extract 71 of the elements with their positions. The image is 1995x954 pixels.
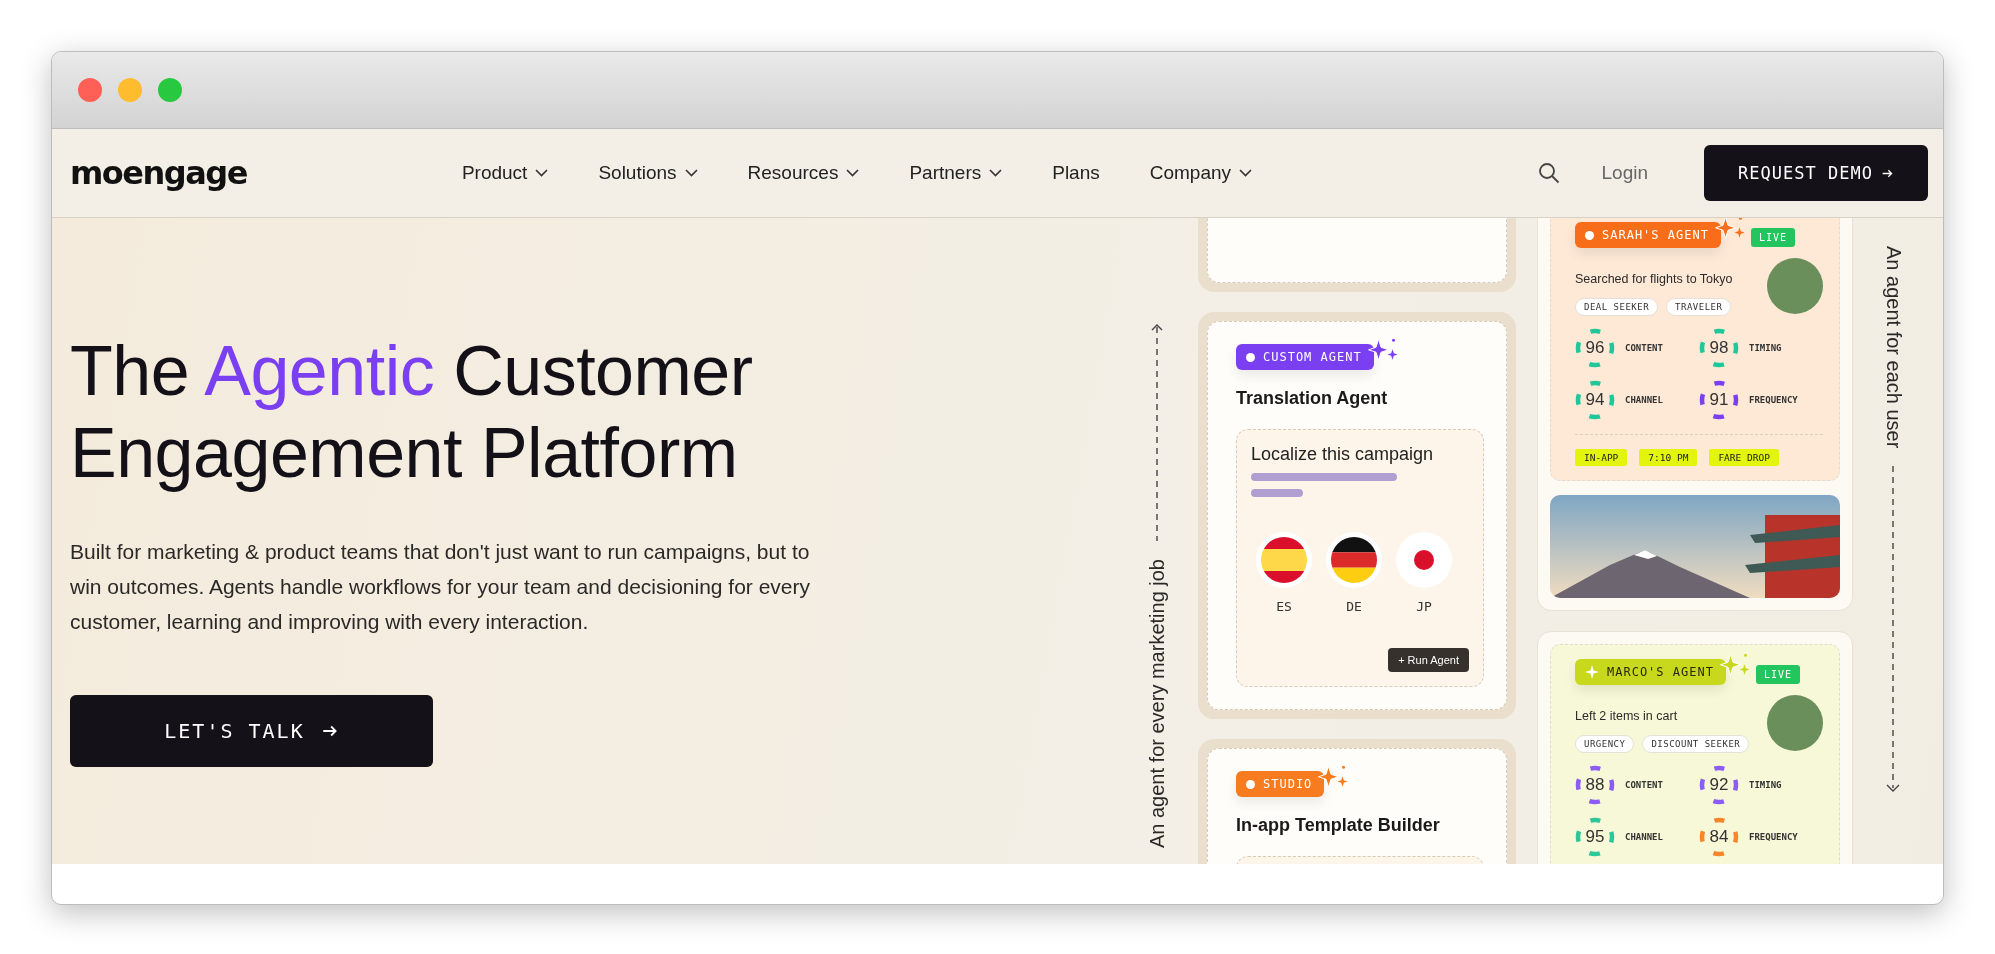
score-label: CHANNEL [1625,395,1663,405]
nav-item[interactable]: Product [461,162,549,184]
tag: TRAVELER [1666,298,1732,316]
score-value: 98 [1708,337,1730,359]
card-title: Translation Agent [1236,388,1389,409]
flag-icon [1395,531,1453,589]
score-label: TIMING [1749,343,1782,353]
section-label: An agent for every marketing job [1145,558,1169,848]
language-code: DE [1346,599,1362,614]
language-code: ES [1276,599,1292,614]
score-value: 88 [1584,774,1606,796]
score-label: CONTENT [1625,780,1663,790]
run-agent-button[interactable]: + Run Agent [1388,648,1469,672]
agent-badge: CUSTOM AGENT [1236,344,1374,370]
arrow-up-icon [1151,322,1163,543]
sparkle-icon [1585,665,1599,679]
score-label: TIMING [1749,780,1782,790]
nav-item[interactable]: Resources [747,162,860,184]
dot-icon [1246,779,1255,789]
chip: IN-APP [1575,449,1628,466]
score-value: 91 [1708,389,1730,411]
sparkle-icon [1318,765,1349,788]
section-label: An agent for each user [1881,246,1905,449]
sparkle-icon [1714,218,1745,239]
nav-item[interactable]: Solutions [598,162,698,184]
score-value: 92 [1708,774,1730,796]
login-link[interactable]: Login [1601,162,1648,184]
nav-item[interactable]: Plans [1052,162,1100,184]
score-value: 95 [1584,826,1606,848]
language-code: JP [1416,599,1432,614]
score-label: FREQUENCY [1749,832,1798,842]
chip: 7:10 PM [1639,449,1698,466]
minimize-icon[interactable] [118,78,142,102]
nav-item[interactable]: Company [1149,162,1253,184]
maximize-icon[interactable] [158,78,182,102]
lets-talk-button[interactable]: LET'S TALK [70,695,433,767]
flag-icon [1325,531,1383,589]
nav-item[interactable]: Partners [909,162,1003,184]
search-icon[interactable] [1537,162,1560,184]
chip: FARE DROP [1709,449,1779,466]
agent-badge: MARCO'S AGENT [1575,659,1726,685]
score-label: FREQUENCY [1749,395,1798,405]
agent-badge: STUDIO [1236,771,1325,797]
close-icon[interactable] [78,78,102,102]
sparkle-icon [1367,338,1398,361]
card-title: In-app Template Builder [1236,815,1441,836]
flag-icon [1255,531,1313,589]
event-text: Left 2 items in cart [1575,709,1679,723]
score-value: 94 [1584,389,1606,411]
tag: URGENCY [1575,735,1635,753]
text-placeholder-bar [1251,489,1303,497]
prompt-text: Localize this campaign [1251,444,1435,465]
score-value: 84 [1708,826,1730,848]
avatar-placeholder [1767,695,1823,751]
agent-badge: SARAH'S AGENT [1575,222,1721,248]
score-label: CONTENT [1625,343,1663,353]
sparkle-icon [1719,653,1750,676]
tag: DISCOUNT SEEKER [1642,735,1750,753]
score-value: 96 [1584,337,1606,359]
avatar-placeholder [1767,258,1823,314]
request-demo-button[interactable]: REQUEST DEMO [1704,145,1928,201]
status-badge: LIVE [1750,228,1795,247]
event-text: Searched for flights to Tokyo [1575,272,1733,286]
score-label: CHANNEL [1625,832,1663,842]
status-badge: LIVE [1755,665,1800,684]
hero-description: Built for marketing & product teams that don't just want to run campaigns, but to win outcomes. Agents handle workflows for your team and decisioning for every customer, learning and improving with every interaction. [70,539,812,635]
logo[interactable]: moengage [70,154,247,192]
dot-icon [1246,352,1255,362]
tag: DEAL SEEKER [1575,298,1659,316]
hero-heading: The Agentic Customer Engagement Platform [70,331,754,494]
dot-icon [1585,230,1594,240]
